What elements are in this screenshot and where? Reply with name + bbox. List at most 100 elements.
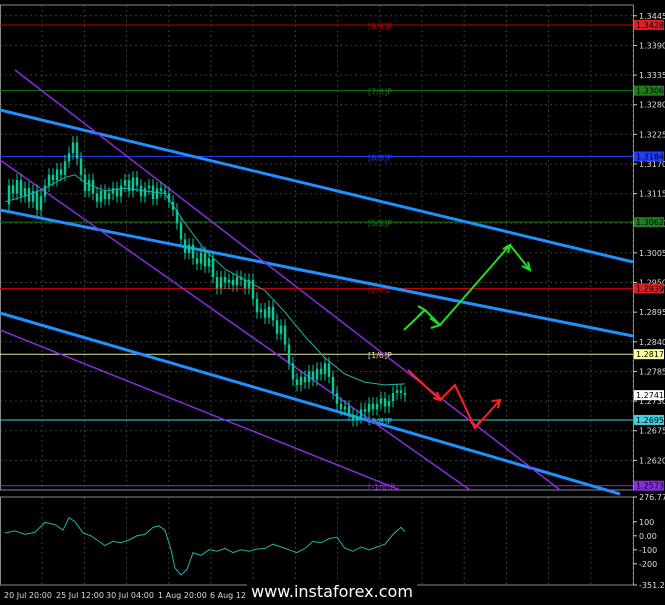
candle-body — [195, 258, 199, 264]
candle-body — [43, 185, 47, 197]
candle-body — [95, 193, 99, 202]
candle-body — [231, 279, 235, 286]
time-axis: 20 Jul 20:00 25 Jul 12:00 30 Jul 04:00 1 Au… — [4, 591, 259, 600]
candle-body — [23, 188, 27, 197]
candle-body — [251, 279, 255, 299]
y-tick-label: 1.2675 — [639, 427, 665, 436]
y-tick-label: 1.3005 — [639, 249, 665, 258]
candle-body — [279, 325, 283, 334]
y-tick-label: 1.2895 — [639, 308, 665, 317]
murrey-label: [8/8]P — [368, 22, 392, 31]
x-tick-label: 25 Jul 12:00 — [56, 591, 104, 600]
candle-body — [383, 398, 387, 407]
y-tick-label: 1.3390 — [639, 41, 665, 50]
candle-body — [199, 252, 203, 264]
candle-body — [187, 244, 191, 253]
y-tick-label: 1.3115 — [639, 190, 665, 199]
candle-body — [11, 185, 15, 194]
x-tick-label: 20 Jul 20:00 — [4, 591, 52, 600]
candle-body — [219, 277, 223, 288]
candle-body — [295, 379, 299, 385]
candle-body — [355, 417, 359, 420]
osc-tick-label: 276.7745 — [639, 493, 665, 502]
y-tick-label: 1.2840 — [639, 338, 665, 347]
candle-body — [387, 401, 391, 407]
candle-body — [55, 169, 59, 181]
candle-body — [35, 190, 39, 210]
price-tag-label: 1.2695 — [636, 416, 664, 425]
osc-tick-label: -100 — [639, 546, 657, 555]
candle-body — [283, 325, 287, 345]
candle-body — [135, 177, 139, 186]
candle-body — [183, 239, 187, 253]
price-tag-label: 1.3428 — [636, 21, 664, 30]
osc-tick-label: 0.00 — [639, 532, 657, 541]
candle-body — [147, 185, 151, 189]
candle-body — [351, 414, 355, 420]
candle-body — [179, 223, 183, 240]
candle-body — [15, 180, 19, 194]
candle-body — [103, 190, 107, 199]
price-tag-label: 1.3184 — [636, 152, 664, 161]
candle-body — [51, 174, 55, 181]
candle-body — [143, 188, 147, 197]
candle-body — [123, 180, 127, 186]
candle-body — [375, 403, 379, 410]
candle-body — [99, 190, 103, 202]
y-tick-label: 1.3445 — [639, 12, 665, 21]
candle-body — [235, 277, 239, 286]
candle-body — [107, 193, 111, 199]
candle-body — [211, 258, 215, 278]
murrey-label: [6/8]P — [368, 153, 392, 162]
murrey-label: [7/8]P — [368, 88, 392, 97]
candle-body — [255, 298, 259, 313]
candle-body — [331, 376, 335, 393]
y-tick-label: 1.3225 — [639, 130, 665, 139]
murrey-label: [5/8]P — [368, 219, 392, 228]
candle-body — [267, 306, 271, 318]
y-tick-label: 1.3280 — [639, 101, 665, 110]
osc-tick-label: 100 — [639, 518, 654, 527]
candle-body — [227, 279, 231, 283]
candle-body — [111, 188, 115, 194]
candle-body — [87, 180, 91, 191]
price-tag-label: 1.2573 — [636, 482, 664, 491]
candle-body — [339, 403, 343, 410]
price-tag-label: 1.2817 — [636, 350, 664, 359]
price-tag-label: 1.3306 — [636, 87, 664, 96]
candle-body — [343, 406, 347, 410]
candle-body — [395, 390, 399, 393]
y-tick-label: 1.2785 — [639, 367, 665, 376]
candle-body — [155, 188, 159, 199]
candle-body — [203, 252, 207, 267]
candle-body — [191, 244, 195, 259]
candle-body — [319, 368, 323, 375]
candle-body — [7, 185, 11, 205]
candle-body — [259, 309, 263, 313]
candle-body — [59, 169, 63, 175]
candle-body — [299, 376, 303, 385]
candle-body — [315, 368, 319, 380]
candle-body — [403, 393, 407, 396]
candle-body — [67, 153, 71, 162]
candle-body — [263, 309, 267, 318]
candle-body — [119, 185, 123, 197]
candle-body — [75, 142, 79, 159]
candle-body — [327, 363, 331, 377]
osc-tick-label: -351.294 — [639, 581, 665, 590]
candle-body — [207, 258, 211, 267]
candle-body — [159, 188, 163, 191]
murrey-label: [1/8]P — [368, 351, 392, 360]
price-tag-label: 1.3062 — [636, 218, 664, 227]
candle-body — [391, 393, 395, 402]
candle-body — [367, 403, 371, 412]
candle-body — [359, 409, 363, 418]
candle-body — [379, 398, 383, 404]
candle-body — [71, 142, 75, 154]
osc-tick-label: -200 — [639, 560, 657, 569]
candle-body — [243, 279, 247, 288]
candle-body — [291, 363, 295, 380]
candle-body — [323, 363, 327, 375]
chart-canvas: [8/8]P[7/8]P[6/8]P[5/8]P[2/8]P[1/8]P[0/8… — [0, 0, 665, 605]
watermark: www.instaforex.com — [247, 579, 417, 605]
